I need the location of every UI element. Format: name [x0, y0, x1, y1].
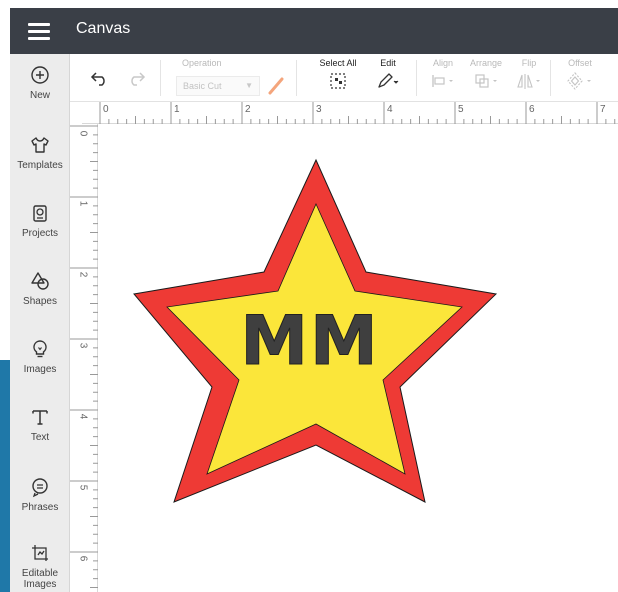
ruler-number: 2 [245, 104, 251, 115]
pen-color-icon[interactable] [266, 76, 286, 96]
sidebar-item-label: Editable Images [21, 568, 59, 590]
select-all-icon [330, 73, 346, 89]
arrange-button[interactable]: Arrange [464, 58, 508, 91]
shirt-icon [31, 137, 49, 153]
star-design[interactable]: MM [98, 124, 618, 592]
sidebar: New Templates Projects Shapes Images Tex… [10, 54, 70, 592]
arrange-icon [475, 74, 497, 88]
ruler-number: 7 [600, 104, 606, 115]
edit-pencil-icon [378, 73, 399, 88]
ruler-number: 2 [77, 271, 89, 278]
offset-button[interactable]: Offset [562, 58, 598, 91]
undo-icon[interactable] [90, 70, 110, 86]
operation-value: Basic Cut [183, 81, 222, 91]
sidebar-item-phrases[interactable]: Phrases [10, 476, 70, 536]
vertical-ruler-ticks [70, 125, 98, 588]
design-canvas[interactable]: MM [98, 124, 618, 592]
star-monogram-text[interactable]: MM [240, 302, 379, 382]
toolbar-divider [550, 60, 551, 96]
ruler-number: 1 [77, 200, 89, 207]
toolbar: Operation Basic Cut ▼ Select All Edit Al… [70, 54, 618, 102]
select-all-button[interactable]: Select All [314, 58, 362, 91]
redo-icon[interactable] [126, 70, 146, 86]
sidebar-item-label: Images [23, 364, 57, 375]
flip-label: Flip [521, 58, 537, 68]
sidebar-item-label: Templates [17, 160, 63, 171]
shapes-icon [31, 272, 49, 290]
arrange-label: Arrange [469, 58, 503, 68]
toolbar-divider [296, 60, 297, 96]
left-edge-strip [0, 0, 10, 592]
chevron-down-icon: ▼ [245, 81, 253, 90]
ruler-number: 5 [458, 104, 464, 115]
ruler-number: 0 [77, 130, 89, 137]
sidebar-item-text[interactable]: Text [10, 406, 70, 466]
align-label: Align [432, 58, 453, 68]
toolbar-divider [160, 60, 161, 96]
offset-icon [567, 72, 591, 90]
ruler-number: 6 [529, 104, 535, 115]
page-title: Canvas [76, 20, 131, 37]
sidebar-item-new[interactable]: New [10, 64, 70, 124]
horizontal-ruler: 0 1 2 3 4 5 6 7 [82, 102, 618, 124]
horizontal-ruler-ticks [99, 102, 616, 124]
sidebar-item-shapes[interactable]: Shapes [10, 270, 70, 330]
flip-button[interactable]: Flip [514, 58, 544, 91]
sidebar-item-images[interactable]: Images [10, 338, 70, 398]
ruler-number: 6 [77, 555, 89, 562]
ruler-number: 0 [103, 104, 109, 115]
select-all-label: Select All [319, 58, 357, 68]
ruler-number: 3 [77, 342, 89, 349]
ruler-number: 3 [316, 104, 322, 115]
ruler-number: 4 [77, 413, 89, 420]
sidebar-item-label: Text [30, 432, 50, 443]
projects-icon [33, 205, 47, 222]
ruler-number: 4 [387, 104, 393, 115]
sidebar-item-label: New [29, 90, 50, 101]
top-bar: Canvas [10, 8, 618, 54]
sidebar-item-label: Shapes [23, 296, 57, 307]
align-icon [432, 75, 453, 87]
sidebar-item-label: Projects [21, 228, 59, 239]
toolbar-divider [416, 60, 417, 96]
background-window-edge [0, 360, 10, 592]
hamburger-menu-icon[interactable] [28, 20, 52, 42]
ruler-number: 5 [77, 484, 89, 491]
align-button[interactable]: Align [426, 58, 460, 91]
text-icon [32, 410, 48, 425]
speech-bubble-icon [32, 478, 48, 498]
edit-label: Edit [380, 58, 396, 68]
operation-group: Operation [182, 58, 222, 68]
flip-icon [517, 74, 540, 89]
ruler-number: 1 [174, 104, 180, 115]
sidebar-item-projects[interactable]: Projects [10, 202, 70, 262]
sidebar-item-label: Phrases [21, 502, 59, 513]
edit-button[interactable]: Edit [370, 58, 406, 91]
offset-label: Offset [568, 58, 592, 68]
operation-label: Operation [182, 58, 222, 68]
editable-image-icon [32, 545, 48, 561]
lightbulb-icon [33, 340, 47, 358]
operation-select[interactable]: Basic Cut ▼ [176, 76, 260, 96]
vertical-ruler: 0 1 2 3 4 5 6 [70, 124, 98, 592]
plus-circle-icon [31, 66, 49, 84]
sidebar-item-templates[interactable]: Templates [10, 134, 70, 194]
sidebar-item-editable-images[interactable]: Editable Images [10, 542, 70, 592]
